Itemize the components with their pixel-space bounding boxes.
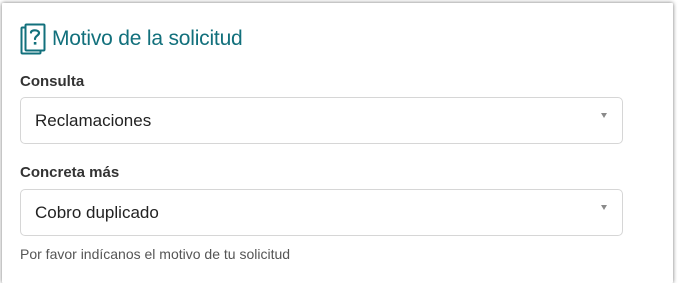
consulta-select-value: Reclamaciones	[35, 110, 152, 130]
concreta-mas-label: Concreta más	[20, 164, 120, 181]
consulta-select[interactable]: Reclamaciones	[20, 97, 623, 144]
question-book-icon	[20, 23, 46, 55]
section-header: Motivo de la solicitud	[20, 22, 243, 56]
concreta-mas-select-value: Cobro duplicado	[35, 202, 159, 222]
concreta-mas-select[interactable]: Cobro duplicado	[20, 189, 623, 236]
section-title: Motivo de la solicitud	[52, 27, 243, 50]
dropdown-arrow-icon	[601, 205, 607, 210]
dropdown-arrow-icon	[601, 113, 607, 118]
request-reason-card: Motivo de la solicitud Consulta Reclamac…	[2, 3, 673, 283]
helper-text: Por favor indícanos el motivo de tu soli…	[20, 246, 291, 262]
consulta-label: Consulta	[20, 73, 85, 90]
